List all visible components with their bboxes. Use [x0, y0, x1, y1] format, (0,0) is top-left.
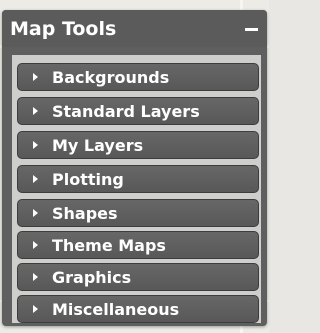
- menu-item-my-layers[interactable]: My Layers: [17, 131, 259, 159]
- menu-item-backgrounds[interactable]: Backgrounds: [17, 63, 259, 91]
- collapse-button[interactable]: [243, 19, 261, 37]
- menu-item-label: Miscellaneous: [52, 300, 180, 319]
- triangle-right-icon: [33, 141, 38, 149]
- menu-item-graphics[interactable]: Graphics: [17, 263, 259, 291]
- menu-item-plotting[interactable]: Plotting: [17, 165, 259, 193]
- triangle-right-icon: [33, 175, 38, 183]
- menu-item-label: Plotting: [52, 170, 124, 189]
- menu-item-label: Graphics: [52, 268, 132, 287]
- menu-item-label: Backgrounds: [52, 68, 170, 87]
- triangle-right-icon: [33, 273, 38, 281]
- minus-icon: [245, 28, 258, 31]
- triangle-right-icon: [33, 241, 38, 249]
- triangle-right-icon: [33, 107, 38, 115]
- menu-item-miscellaneous[interactable]: Miscellaneous: [17, 295, 259, 323]
- menu-item-theme-maps[interactable]: Theme Maps: [17, 231, 259, 259]
- panel-header: Map Tools: [2, 10, 267, 47]
- menu-item-label: Shapes: [52, 204, 118, 223]
- triangle-right-icon: [33, 305, 38, 313]
- map-tools-panel: Map Tools Backgrounds Standard Layers My…: [2, 10, 267, 326]
- triangle-right-icon: [33, 73, 38, 81]
- triangle-right-icon: [33, 209, 38, 217]
- menu-item-label: Theme Maps: [52, 236, 166, 255]
- menu-item-label: My Layers: [52, 136, 144, 155]
- menu-item-standard-layers[interactable]: Standard Layers: [17, 97, 259, 125]
- panel-title: Map Tools: [10, 18, 117, 40]
- menu-item-label: Standard Layers: [52, 102, 200, 121]
- menu-item-shapes[interactable]: Shapes: [17, 199, 259, 227]
